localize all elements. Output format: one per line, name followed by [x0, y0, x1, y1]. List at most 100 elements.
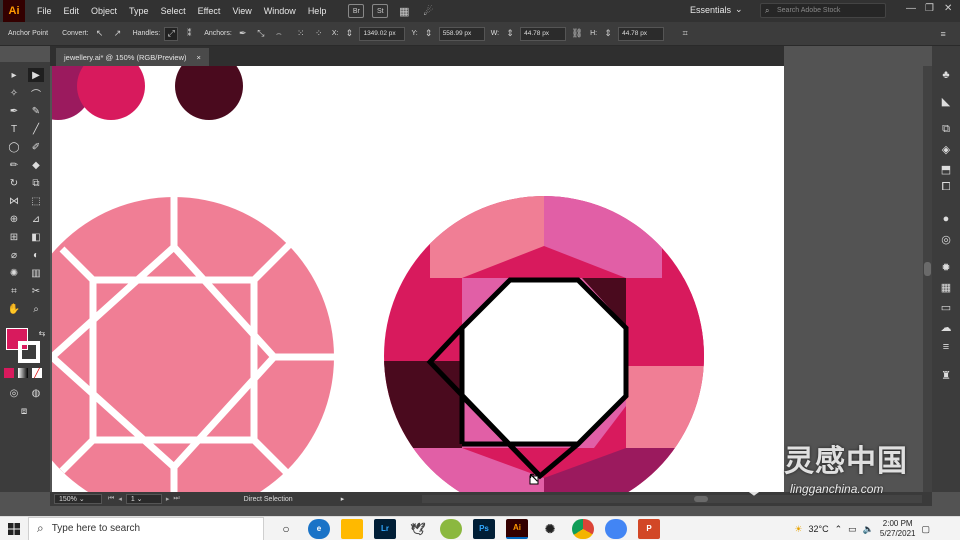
height-field[interactable]: 44.78 px [618, 26, 665, 41]
task-view-icon[interactable]: ○ [275, 519, 297, 539]
hand-tool-icon[interactable]: ✋ [6, 302, 22, 316]
artboard-tool-icon[interactable]: ⌗ [6, 284, 22, 298]
zoom-tool-icon[interactable]: ⌕ [28, 302, 44, 316]
status-menu-icon[interactable]: ▸ [341, 495, 345, 503]
start-button[interactable] [0, 517, 28, 540]
appearance-icon[interactable]: ● [939, 212, 953, 226]
edge-icon[interactable]: e [308, 518, 330, 539]
taskbar-search-input[interactable]: ⌕ Type here to search [28, 516, 264, 540]
gradient-tool-icon[interactable]: ◧ [28, 230, 44, 244]
link-proportions-icon[interactable]: ⛓ [570, 27, 584, 41]
remove-anchor-icon[interactable]: ✒ [236, 27, 250, 41]
eraser-tool-icon[interactable]: ◆ [28, 158, 44, 172]
horizontal-scroll-thumb[interactable] [694, 496, 708, 502]
paintbrush-tool-icon[interactable]: ✐ [28, 140, 44, 154]
menu-window[interactable]: Window [258, 0, 302, 22]
file-explorer-icon[interactable] [341, 518, 363, 539]
ellipse-tool-icon[interactable]: ◯ [6, 140, 22, 154]
properties-icon[interactable]: ◣ [939, 94, 953, 108]
menu-type[interactable]: Type [123, 0, 155, 22]
menu-object[interactable]: Object [85, 0, 123, 22]
cc-libraries-icon[interactable]: ♣ [939, 68, 953, 82]
asset-export-icon[interactable]: ⬒ [939, 162, 953, 176]
menu-file[interactable]: File [31, 0, 58, 22]
width-tool-icon[interactable]: ⋈ [6, 194, 22, 208]
magic-wand-tool-icon[interactable]: ✧ [6, 86, 22, 100]
width-field[interactable]: 44.78 px [520, 26, 567, 41]
symbol-sprayer-tool-icon[interactable]: ✺ [6, 266, 22, 280]
free-transform-tool-icon[interactable]: ⬚ [28, 194, 44, 208]
pen-tool-icon[interactable]: ✒ [6, 104, 22, 118]
shaper-tool-icon[interactable]: ✏ [6, 158, 22, 172]
next-artboard-icon[interactable]: ▸ [166, 495, 170, 503]
chrome-profile-icon[interactable] [605, 518, 627, 539]
show-handles-icon[interactable]: ⤢ [164, 26, 179, 41]
blend-tool-icon[interactable]: ◐ [28, 248, 44, 262]
puppet-icon[interactable]: ♜ [939, 368, 953, 382]
menu-effect[interactable]: Effect [192, 0, 227, 22]
transparency-icon[interactable]: ≡ [939, 340, 953, 354]
tray-expand-icon[interactable]: ⌃ [835, 524, 843, 535]
menu-edit[interactable]: Edit [58, 0, 86, 22]
artboards-icon[interactable]: ⧉ [939, 122, 953, 136]
clock[interactable]: 2:00 PM 5/27/2021 [880, 519, 916, 539]
color-mode-icon[interactable] [4, 368, 14, 378]
minimize-icon[interactable]: — [906, 3, 916, 14]
prev-artboard-icon[interactable]: ◂ [118, 495, 122, 503]
temperature-label[interactable]: 32°C [809, 524, 829, 534]
hide-handles-icon[interactable]: ⁑ [182, 27, 196, 41]
swap-fill-stroke-icon[interactable]: ⇆ [34, 326, 50, 340]
notifications-icon[interactable]: ▢ [921, 524, 930, 535]
type-tool-icon[interactable]: T [6, 122, 22, 136]
volume-icon[interactable]: 🔈 [863, 524, 874, 535]
slice-tool-icon[interactable]: ✂ [28, 284, 44, 298]
graphic-styles-icon[interactable]: ◎ [939, 232, 953, 246]
draw-mode-icon[interactable]: ◎ [6, 386, 22, 400]
app-shutter-icon[interactable]: ✺ [539, 519, 561, 539]
app-bird-icon[interactable]: 🕊 [407, 519, 429, 539]
isolate-object-icon[interactable]: ⌗ [678, 27, 692, 41]
vertical-scrollbar[interactable] [923, 66, 932, 492]
scale-tool-icon[interactable]: ⧉ [28, 176, 44, 190]
cut-path-icon[interactable]: ⤡ [254, 27, 268, 41]
perspective-grid-tool-icon[interactable]: ⊿ [28, 212, 44, 226]
y-field[interactable]: 558.99 px [438, 26, 485, 41]
symbols-icon[interactable]: ▭ [939, 300, 953, 314]
rotate-tool-icon[interactable]: ↻ [6, 176, 22, 190]
swatches-icon[interactable]: ▦ [939, 280, 953, 294]
screen-mode-icon[interactable]: ⧈ [16, 404, 32, 418]
zoom-level-field[interactable]: 150% ⌄ [54, 494, 102, 504]
arrange-documents-icon[interactable]: ▦ [396, 4, 412, 18]
brushes-icon[interactable]: ✹ [939, 260, 953, 274]
artboard-number-field[interactable]: 1 ⌄ [125, 494, 162, 504]
swatch-circle-maroon[interactable] [175, 66, 243, 120]
control-panel-menu-icon[interactable]: ≡ [936, 27, 950, 41]
line-segment-tool-icon[interactable]: ╱ [28, 122, 44, 136]
weather-icon[interactable]: ☀ [794, 524, 802, 535]
mesh-tool-icon[interactable]: ⊞ [6, 230, 22, 244]
last-artboard-icon[interactable]: ⏭ [173, 495, 179, 503]
bridge-icon[interactable]: Br [348, 4, 365, 18]
align-options-icon[interactable]: ⁘ [312, 27, 326, 41]
none-mode-icon[interactable]: ╱ [32, 368, 42, 378]
x-field[interactable]: 1349.02 px [359, 26, 406, 41]
stroke-swatch[interactable] [18, 341, 40, 363]
chrome-icon[interactable] [572, 518, 594, 539]
layers-icon[interactable]: ◈ [939, 142, 953, 156]
curvature-tool-icon[interactable]: ✎ [28, 104, 44, 118]
right-gem[interactable] [382, 196, 712, 492]
stock-icon[interactable]: St [372, 4, 389, 18]
menu-view[interactable]: View [226, 0, 257, 22]
left-gem[interactable] [52, 197, 334, 492]
vertical-scroll-thumb[interactable] [924, 262, 931, 276]
y-stepper-icon[interactable]: ⇕ [422, 27, 436, 41]
h-stepper-icon[interactable]: ⇕ [601, 27, 615, 41]
direct-selection-tool-icon[interactable]: ▶ [28, 68, 44, 82]
draw-behind-icon[interactable]: ◍ [28, 386, 44, 400]
close-icon[interactable]: ✕ [944, 3, 952, 14]
close-tab-icon[interactable]: × [197, 53, 201, 62]
column-graph-tool-icon[interactable]: ▥ [28, 266, 44, 280]
convert-corner-icon[interactable]: ↖ [93, 27, 107, 41]
links-icon[interactable]: ⧠ [939, 180, 953, 194]
artboard-canvas[interactable]: ↖ [52, 66, 784, 492]
